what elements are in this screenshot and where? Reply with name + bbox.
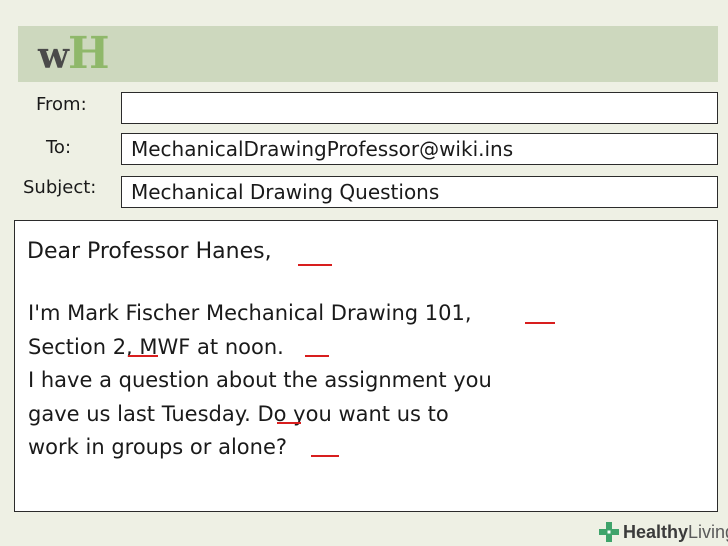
punctuation-underline-mark — [525, 322, 555, 324]
punctuation-underline-mark — [311, 455, 339, 457]
subject-field[interactable]: Mechanical Drawing Questions — [121, 176, 718, 208]
punctuation-underline-mark — [128, 355, 158, 357]
message-paragraph: I'm Mark Fischer Mechanical Drawing 101,… — [28, 297, 492, 465]
medical-cross-icon — [599, 522, 619, 542]
from-field[interactable] — [121, 92, 718, 124]
wikihow-logo: wH — [38, 28, 110, 79]
message-body[interactable]: Dear Professor Hanes, I'm Mark Fischer M… — [14, 220, 718, 512]
body-line: I'm Mark Fischer Mechanical Drawing 101, — [28, 301, 472, 325]
from-label: From: — [36, 94, 87, 115]
healthy-living-watermark: HealthyLiving — [598, 520, 728, 544]
greeting-line: Dear Professor Hanes, — [27, 239, 272, 264]
punctuation-underline-mark — [305, 355, 329, 357]
punctuation-underline-mark — [298, 264, 332, 266]
to-field[interactable]: MechanicalDrawingProfessor@wiki.ins — [121, 133, 718, 165]
body-line: gave us last Tuesday. Do you want us to — [28, 401, 449, 426]
body-line: I have a question about the assignment y… — [28, 368, 492, 392]
to-label: To: — [46, 137, 72, 158]
header-bar: wH — [18, 26, 718, 82]
body-line: work in groups or alone? — [28, 435, 288, 459]
body-line: Section 2, MWF at noon. — [28, 334, 284, 359]
punctuation-underline-mark — [277, 422, 301, 424]
subject-label: Subject: — [23, 177, 97, 198]
